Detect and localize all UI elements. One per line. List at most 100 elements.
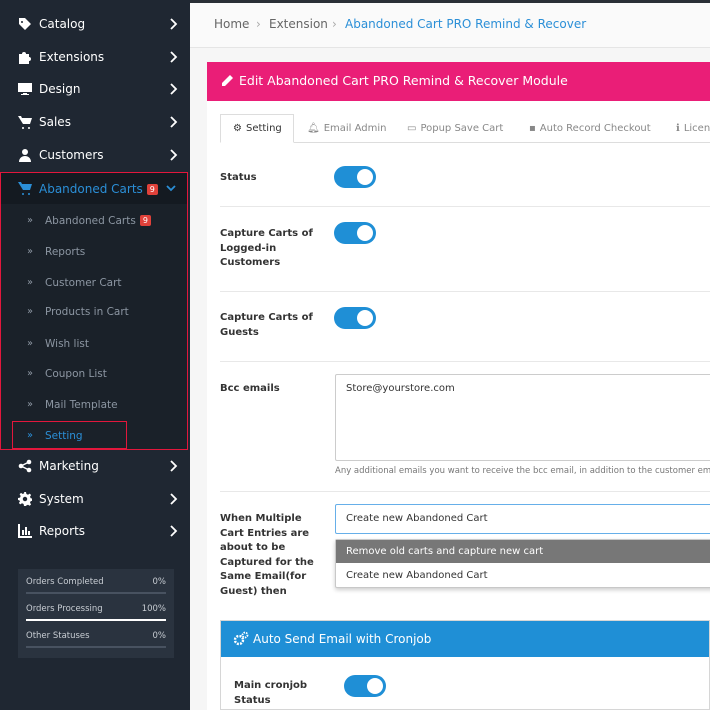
- bcc-emails-textarea[interactable]: Store@yourstore.com: [335, 374, 710, 461]
- count-badge: 9: [139, 215, 151, 226]
- monitor-icon: [17, 82, 32, 96]
- status-toggle[interactable]: [334, 166, 376, 188]
- bcc-help-text: Any additional emails you want to receiv…: [335, 466, 710, 476]
- stat-other-statuses: Other Statuses 0%: [26, 631, 166, 653]
- sidebar-item-label: Reports: [39, 524, 86, 538]
- sidebar-item-customers[interactable]: Customers: [0, 140, 190, 170]
- sidebar-item-label: Customers: [39, 148, 104, 162]
- tab-popup-save-cart[interactable]: ▭ Popup Save Cart: [407, 114, 503, 143]
- submenu-item-products-in-cart[interactable]: ›› Products in Cart: [1, 297, 187, 327]
- capture-logged-label: Capture Carts of Logged-in Customers: [220, 228, 313, 268]
- cronjob-panel: Auto Send Email with Cronjob Main cronjo…: [220, 620, 710, 710]
- multiple-entries-label: When Multiple Cart Entries are about to …: [220, 513, 314, 597]
- submenu-item-label: Reports: [45, 246, 86, 258]
- submenu-item-label: Wish list: [45, 338, 89, 350]
- double-chevron-icon: ››: [27, 215, 33, 226]
- sidebar-item-abandoned-carts[interactable]: Abandoned Carts 9: [1, 173, 187, 204]
- breadcrumb-home[interactable]: Home: [214, 17, 249, 31]
- breadcrumb-separator-icon: ›: [256, 17, 261, 31]
- chevron-down-icon: [166, 181, 176, 195]
- sidebar-item-label: Design: [39, 82, 81, 96]
- tab-label: Popup Save Cart: [420, 123, 504, 134]
- row-divider: [220, 206, 710, 207]
- bar-chart-icon: [17, 524, 32, 538]
- double-chevron-icon: ››: [27, 277, 33, 288]
- tab-auto-record-checkout[interactable]: ▪ Auto Record Checkout: [529, 114, 651, 143]
- main-cronjob-label: Main cronjob Status: [234, 680, 308, 706]
- submenu-item-reports[interactable]: ›› Reports: [1, 237, 187, 267]
- count-badge: 9: [146, 183, 158, 195]
- sidebar-item-marketing[interactable]: Marketing: [0, 451, 190, 481]
- breadcrumb-current[interactable]: Abandoned Cart PRO Remind & Recover: [345, 17, 586, 31]
- stat-label: Orders Completed: [26, 577, 104, 587]
- sidebar-item-label: Marketing: [39, 459, 99, 473]
- sidebar-item-catalog[interactable]: Catalog: [0, 9, 190, 39]
- chevron-right-icon: [168, 115, 178, 129]
- sidebar-item-extensions[interactable]: Extensions: [0, 42, 190, 72]
- sidebar-item-label: System: [39, 492, 84, 506]
- puzzle-icon: [17, 50, 32, 64]
- dropdown-option-create-new[interactable]: Create new Abandoned Cart: [336, 564, 710, 587]
- bell-icon: 🔔︎: [307, 123, 320, 134]
- submenu-item-mail-template[interactable]: ›› Mail Template: [1, 390, 187, 420]
- save-icon: ▪: [529, 123, 536, 134]
- cronjob-panel-header: Auto Send Email with Cronjob: [221, 621, 709, 657]
- user-icon: [17, 148, 32, 162]
- main-cronjob-toggle[interactable]: [344, 675, 386, 697]
- progress-fill: [26, 619, 166, 621]
- tab-email-admin[interactable]: 🔔︎ Email Admin: [307, 114, 387, 143]
- cog-icon: [17, 492, 32, 506]
- stat-orders-processing: Orders Processing 100%: [26, 604, 166, 626]
- chevron-right-icon: [168, 524, 178, 538]
- row-divider: [220, 291, 710, 292]
- multiple-entries-select[interactable]: Create new Abandoned Cart: [335, 504, 710, 534]
- tab-label: Auto Record Checkout: [539, 123, 651, 134]
- dropdown-option-remove-old[interactable]: Remove old carts and capture new cart: [336, 540, 710, 563]
- submenu-item-coupon-list[interactable]: ›› Coupon List: [1, 359, 187, 389]
- abandoned-carts-section: Abandoned Carts 9 ›› Abandoned Carts 9 ›› …: [0, 172, 188, 450]
- cart-icon: [17, 115, 32, 129]
- stat-orders-completed: Orders Completed 0%: [26, 577, 166, 599]
- submenu-item-label: Mail Template: [45, 399, 118, 411]
- sidebar-item-label: Sales: [39, 115, 71, 129]
- submenu-item-label: Setting: [45, 430, 83, 442]
- double-chevron-icon: ››: [27, 306, 33, 317]
- tab-setting[interactable]: ⚙ Setting: [220, 114, 294, 143]
- submenu-item-wish-list[interactable]: ›› Wish list: [1, 329, 187, 359]
- breadcrumb-extension[interactable]: Extension: [269, 17, 328, 31]
- tab-label: Email Admin: [323, 123, 387, 134]
- row-divider: [220, 361, 710, 362]
- multiple-entries-dropdown: Remove old carts and capture new cart Cr…: [335, 539, 710, 588]
- capture-guests-label: Capture Carts of Guests: [220, 312, 313, 338]
- chevron-right-icon: [168, 17, 178, 31]
- submenu-item-label: Coupon List: [45, 368, 107, 380]
- monitor-icon: ▭: [407, 123, 417, 134]
- sidebar-item-reports[interactable]: Reports: [0, 516, 190, 546]
- tag-icon: [17, 17, 32, 31]
- capture-guests-toggle[interactable]: [334, 307, 376, 329]
- stat-value: 0%: [152, 631, 167, 641]
- progress-track: [26, 592, 166, 594]
- bcc-emails-label: Bcc emails: [220, 383, 280, 394]
- capture-logged-toggle[interactable]: [334, 222, 376, 244]
- submenu-item-customer-cart[interactable]: ›› Customer Cart: [1, 268, 187, 298]
- submenu-item-label: Products in Cart: [45, 306, 129, 318]
- double-chevron-icon: ››: [27, 246, 33, 257]
- stat-value: 0%: [152, 577, 167, 587]
- cog-icon: ⚙: [233, 123, 242, 134]
- tab-license[interactable]: ℹ Licen: [676, 114, 710, 143]
- progress-track: [26, 646, 166, 648]
- sidebar-item-system[interactable]: System: [0, 484, 190, 514]
- sidebar-item-sales[interactable]: Sales: [0, 107, 190, 137]
- submenu-item-abandoned-carts[interactable]: ›› Abandoned Carts 9: [1, 206, 187, 236]
- share-icon: [17, 459, 32, 473]
- tab-label: Licen: [683, 123, 710, 134]
- double-chevron-icon: ››: [27, 338, 33, 349]
- cart-icon: [17, 181, 32, 195]
- row-divider: [220, 491, 710, 492]
- sidebar-item-label: Catalog: [39, 17, 86, 31]
- stat-label: Orders Processing: [26, 604, 103, 614]
- info-icon: ℹ: [676, 123, 680, 134]
- sidebar-item-design[interactable]: Design: [0, 74, 190, 104]
- submenu-item-setting[interactable]: ›› Setting: [12, 421, 127, 449]
